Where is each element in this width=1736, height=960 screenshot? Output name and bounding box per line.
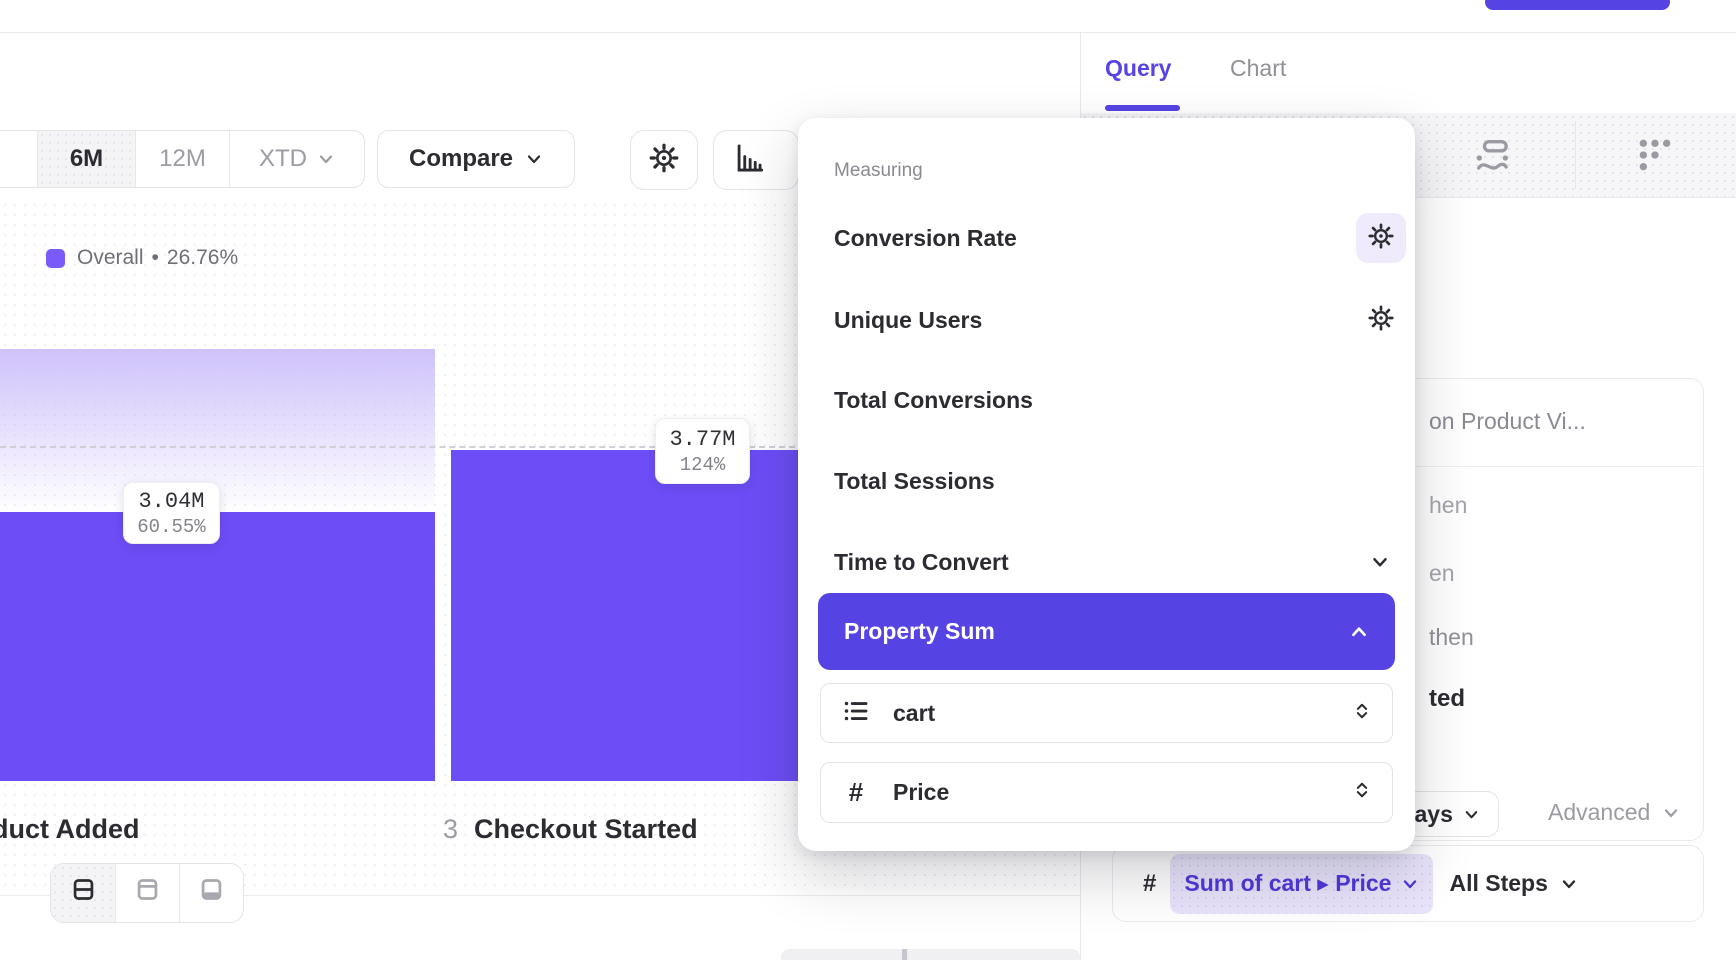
- legend[interactable]: Overall • 26.76%: [46, 246, 238, 270]
- chevron-down-icon: [1560, 875, 1578, 893]
- list-icon: [841, 696, 871, 731]
- compare-label: Compare: [409, 145, 513, 173]
- step-fragment: then: [1429, 624, 1474, 651]
- bar-2-percent: 124%: [680, 454, 726, 476]
- legend-value: 26.76%: [167, 246, 238, 270]
- menu-item-time-to-convert[interactable]: Time to Convert: [834, 533, 1406, 591]
- menu-item-total-sessions[interactable]: Total Sessions: [834, 452, 1406, 510]
- layout-top-bar-button[interactable]: [115, 864, 179, 922]
- bottom-scroll-strip[interactable]: [781, 949, 1080, 960]
- bar-2-value-label: 3.77M 124%: [655, 418, 750, 484]
- layout-split-rows-button[interactable]: [51, 864, 115, 922]
- date-range-control: M 6M 12M XTD: [0, 130, 365, 188]
- compare-button[interactable]: Compare: [377, 130, 575, 188]
- advanced-button[interactable]: Advanced: [1548, 799, 1680, 826]
- chevron-down-icon: [525, 150, 543, 168]
- chevron-down-icon: [1370, 552, 1390, 572]
- gear-icon: [1367, 222, 1395, 255]
- property-name-picker[interactable]: # Price: [820, 762, 1393, 823]
- up-down-icon: [1352, 699, 1372, 728]
- legend-separator: •: [152, 246, 159, 270]
- step-fragment: en: [1429, 560, 1455, 587]
- bottom-panel-icon: [198, 876, 225, 910]
- bar-1-value: 3.04M: [138, 489, 204, 514]
- toolbar-separator: [1575, 121, 1576, 189]
- menu-item-label: Total Sessions: [834, 468, 995, 495]
- menu-item-property-sum-selected[interactable]: Property Sum: [818, 593, 1395, 670]
- step-3-index: 3: [443, 814, 458, 845]
- step-3-name: Checkout Started: [474, 814, 698, 845]
- menu-item-label: Time to Convert: [834, 549, 1009, 576]
- flows-button[interactable]: [1472, 135, 1512, 180]
- chevron-down-icon: [1662, 804, 1680, 822]
- query-card-title: on Product Vi...: [1429, 408, 1586, 435]
- conversion-rate-gear-button[interactable]: [1356, 213, 1406, 263]
- chevron-down-icon: [1463, 806, 1480, 823]
- number-property-icon: #: [841, 777, 871, 808]
- primary-action-button[interactable]: [1485, 0, 1670, 10]
- bar-1-value-label: 3.04M 60.55%: [123, 482, 220, 544]
- layout-bottom-panel-button[interactable]: [179, 864, 243, 922]
- menu-item-label: Unique Users: [834, 307, 982, 334]
- tab-active-underline: [1105, 105, 1180, 111]
- property-event-picker[interactable]: cart: [820, 683, 1393, 743]
- top-bar-icon: [134, 876, 161, 910]
- range-6m[interactable]: 6M: [37, 131, 135, 187]
- step-fragment: hen: [1429, 492, 1467, 519]
- metric-chip[interactable]: Sum of cart ▸ Price: [1170, 854, 1433, 914]
- legend-swatch: [46, 249, 65, 268]
- histogram-icon: [732, 141, 766, 180]
- funnel-bar-1[interactable]: [0, 512, 435, 781]
- chevron-down-icon: [317, 150, 335, 168]
- property-sum-label: Property Sum: [844, 618, 995, 645]
- unique-users-gear-button[interactable]: [1356, 295, 1406, 345]
- chevron-up-icon: [1349, 622, 1369, 642]
- header-divider: [0, 32, 1736, 33]
- dots-grid-icon: [1635, 162, 1675, 179]
- step-fragment-emphasis: ted: [1429, 685, 1465, 713]
- split-rows-icon: [70, 876, 97, 910]
- bar-2-value: 3.77M: [669, 427, 735, 452]
- measuring-dropdown: Measuring Conversion Rate Unique Users: [798, 118, 1415, 851]
- tab-query[interactable]: Query: [1105, 55, 1171, 82]
- menu-item-label: Total Conversions: [834, 387, 1033, 414]
- metric-hash-icon: #: [1143, 870, 1156, 898]
- property-event-value: cart: [893, 700, 1352, 727]
- menu-item-unique-users[interactable]: Unique Users: [834, 291, 1406, 349]
- menu-item-total-conversions[interactable]: Total Conversions: [834, 371, 1406, 429]
- metric-chip-label: Sum of cart ▸ Price: [1184, 870, 1391, 897]
- step-label-2: duct Added: [0, 814, 140, 845]
- range-xtd[interactable]: XTD: [229, 131, 364, 187]
- metric-row-card: # Sum of cart ▸ Price All Steps: [1112, 845, 1704, 922]
- step-label-3: 3 Checkout Started: [443, 814, 698, 845]
- flows-icon: [1472, 162, 1512, 179]
- bar-1-percent: 60.55%: [137, 516, 205, 538]
- property-name-value: Price: [893, 779, 1352, 806]
- legend-series: Overall: [77, 246, 144, 270]
- up-down-icon: [1352, 778, 1372, 807]
- chart-type-button[interactable]: [713, 130, 799, 190]
- advanced-label: Advanced: [1548, 799, 1650, 826]
- more-views-button[interactable]: [1635, 135, 1675, 180]
- scroll-tick: [902, 949, 907, 960]
- gear-icon: [1367, 304, 1395, 337]
- layout-toggle-group: [50, 863, 244, 923]
- range-xtd-label: XTD: [259, 145, 307, 173]
- range-m[interactable]: M: [0, 131, 37, 187]
- tab-chart[interactable]: Chart: [1230, 55, 1286, 82]
- chevron-down-icon: [1401, 875, 1419, 893]
- gear-icon: [648, 142, 680, 179]
- range-12m[interactable]: 12M: [135, 131, 229, 187]
- chart-settings-button[interactable]: [630, 130, 698, 190]
- all-steps-label: All Steps: [1449, 870, 1547, 897]
- funnel-bar-2[interactable]: [451, 450, 815, 781]
- menu-item-label: Conversion Rate: [834, 225, 1017, 252]
- measuring-title: Measuring: [834, 160, 923, 182]
- menu-item-conversion-rate[interactable]: Conversion Rate: [834, 209, 1406, 267]
- all-steps-dropdown[interactable]: All Steps: [1449, 870, 1577, 897]
